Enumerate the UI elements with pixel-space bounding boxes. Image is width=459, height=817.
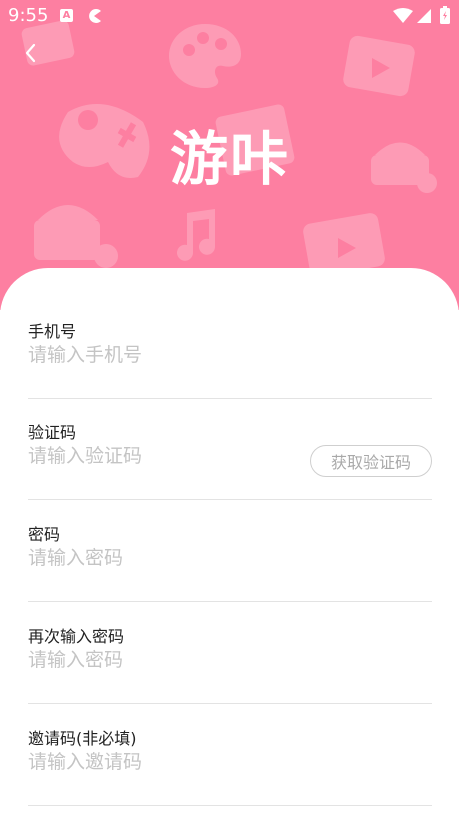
- hat-icon: [34, 205, 118, 268]
- music-note-icon: [177, 209, 215, 261]
- code-label: 验证码: [28, 423, 77, 442]
- code-input[interactable]: [28, 445, 298, 467]
- confirm-password-label: 再次输入密码: [28, 627, 125, 646]
- app-logo-text: 游咔: [170, 125, 291, 193]
- cake-icon: [371, 142, 437, 193]
- invite-code-input[interactable]: [28, 751, 298, 773]
- phone-field: 手机号: [28, 298, 432, 399]
- register-form: 手机号 验证码 获取验证码 密码 再次输入密码 邀请码(非必填): [0, 268, 459, 817]
- a-badge-icon: A: [60, 9, 73, 22]
- signal-icon: [417, 9, 431, 23]
- confirm-password-field: 再次输入密码: [28, 603, 432, 704]
- password-field: 密码: [28, 501, 432, 602]
- confirm-password-input[interactable]: [28, 649, 298, 671]
- chevron-left-icon: [25, 43, 36, 63]
- wifi-icon: [393, 8, 413, 23]
- invite-code-field: 邀请码(非必填): [28, 705, 432, 806]
- gamepad-icon: [59, 104, 150, 178]
- password-input[interactable]: [28, 547, 298, 569]
- header: 9:55 A 游咔: [0, 0, 459, 310]
- get-code-button[interactable]: 获取验证码: [310, 445, 432, 477]
- back-button[interactable]: [18, 40, 44, 66]
- code-field: 验证码 获取验证码: [28, 399, 432, 500]
- phone-input[interactable]: [28, 344, 298, 366]
- phone-label: 手机号: [28, 322, 77, 341]
- pacman-icon: [89, 9, 101, 23]
- battery-icon: [440, 6, 450, 24]
- status-bar: 9:55 A: [0, 0, 459, 32]
- video-icon: [343, 35, 415, 97]
- status-time: 9:55: [8, 5, 49, 26]
- password-label: 密码: [28, 525, 61, 544]
- invite-code-label: 邀请码(非必填): [28, 729, 137, 748]
